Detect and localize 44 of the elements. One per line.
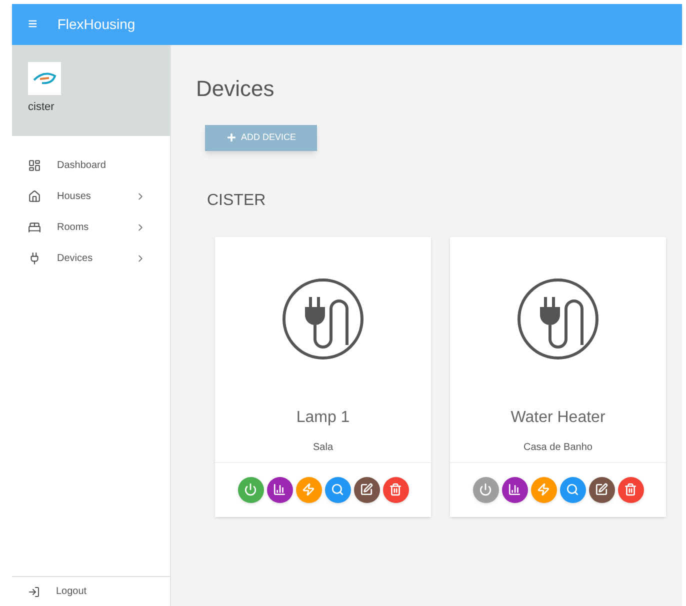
- plug-icon: [28, 252, 41, 265]
- edit-button[interactable]: [588, 476, 614, 502]
- search-button[interactable]: [560, 476, 586, 502]
- stats-button[interactable]: [266, 476, 292, 502]
- nav-item[interactable]: Dashboard: [12, 150, 170, 181]
- bar-chart-icon: [508, 483, 521, 496]
- search-icon: [331, 483, 344, 496]
- search-button[interactable]: [324, 476, 350, 502]
- house-heading: CISTER: [207, 190, 267, 210]
- nav-item[interactable]: Houses: [12, 181, 170, 212]
- trash-icon: [389, 483, 402, 496]
- edit-button[interactable]: [354, 476, 380, 502]
- power-button[interactable]: [238, 476, 264, 502]
- delete-button[interactable]: [382, 476, 408, 502]
- power-button[interactable]: [472, 476, 498, 502]
- device-name: Water Heater: [510, 408, 606, 428]
- plus-icon: [226, 132, 237, 143]
- device-room: Sala: [312, 440, 333, 454]
- search-icon: [566, 483, 579, 496]
- lightning-icon: [537, 483, 550, 496]
- logout-link[interactable]: Logout: [12, 576, 170, 606]
- trash-icon: [624, 483, 637, 496]
- device-name: Lamp 1: [296, 408, 350, 428]
- profile-name: cister: [28, 100, 56, 115]
- delete-button[interactable]: [618, 476, 644, 502]
- plug-icon: [281, 276, 365, 360]
- device-room: Casa de Banho: [524, 440, 592, 454]
- logo-icon: [28, 62, 61, 95]
- lightning-icon: [302, 483, 315, 496]
- page-title: Devices: [196, 75, 276, 102]
- power-icon: [479, 483, 492, 496]
- plug-icon: [516, 276, 600, 360]
- bar-chart-icon: [273, 483, 286, 496]
- logout-icon: [28, 586, 40, 598]
- nav-item[interactable]: Rooms: [12, 212, 170, 243]
- edit-icon: [595, 483, 608, 496]
- power-icon: [244, 483, 257, 496]
- app-title: FlexHousing: [57, 15, 136, 34]
- home-icon: [28, 190, 41, 203]
- nav-item[interactable]: Devices: [12, 243, 170, 274]
- stats-button[interactable]: [502, 476, 528, 502]
- bed-icon: [28, 221, 41, 234]
- edit-icon: [360, 483, 373, 496]
- dashboard-icon: [28, 159, 41, 172]
